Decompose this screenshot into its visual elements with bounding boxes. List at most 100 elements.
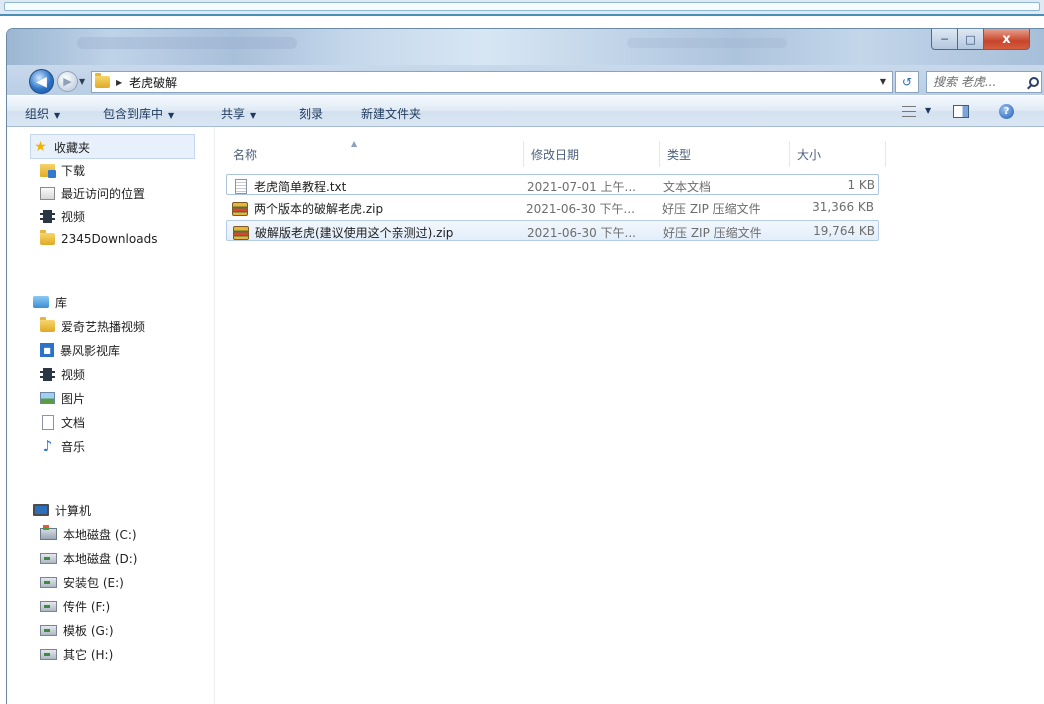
nav-computer-label: 计算机 [55, 503, 92, 518]
folder-icon [40, 230, 55, 245]
caret-down-icon: ▼ [54, 111, 61, 120]
pictures-icon [40, 392, 55, 404]
recent-pages-dropdown[interactable]: ▼ [79, 77, 85, 86]
file-date: 2021-06-30 下午... [527, 226, 636, 240]
organize-menu[interactable]: 组织 ▼ [25, 105, 60, 122]
file-type: 好压 ZIP 压缩文件 [663, 226, 762, 240]
address-bar[interactable]: ▶ 老虎破解 ▼ [91, 71, 893, 93]
forward-button[interactable]: ▶ [57, 71, 78, 92]
address-history-dropdown[interactable]: ▼ [880, 77, 886, 86]
back-button[interactable]: ◀ [29, 69, 54, 94]
file-name: 破解版老虎(建议使用这个亲测过).zip [255, 226, 454, 240]
share-menu[interactable]: 共享 ▼ [221, 105, 256, 122]
nav-item-label: 下载 [61, 163, 86, 178]
nav-item-label: 图片 [61, 391, 86, 406]
video-icon [40, 367, 55, 381]
caret-down-icon: ▼ [168, 111, 175, 120]
nav-item-label: 安装包 (E:) [63, 575, 124, 590]
new-folder-button[interactable]: 新建文件夹 [361, 105, 421, 122]
search-icon[interactable] [1029, 77, 1039, 87]
storm-player-icon: ■ [40, 343, 54, 357]
nav-item-drive-e[interactable]: 安装包 (E:) [7, 571, 124, 593]
column-header-label: 类型 [667, 147, 692, 162]
file-row[interactable]: 两个版本的破解老虎.zip 2021-06-30 下午... 好压 ZIP 压缩… [226, 197, 879, 218]
column-header-label: 大小 [797, 147, 822, 162]
nav-item-pictures[interactable]: 图片 [7, 387, 85, 409]
title-blur [77, 37, 297, 49]
nav-item-music[interactable]: ♪ 音乐 [7, 435, 85, 457]
burn-button[interactable]: 刻录 [299, 105, 323, 122]
download-folder-icon [40, 163, 56, 178]
favorites-star-icon: ★ [34, 139, 47, 155]
system-drive-icon [40, 525, 57, 540]
file-date: 2021-07-01 上午... [527, 180, 636, 194]
file-size: 19,764 KB [813, 224, 875, 238]
nav-item-documents[interactable]: 文档 [7, 411, 85, 433]
drive-icon [40, 576, 57, 588]
share-label: 共享 [221, 107, 246, 121]
refresh-button[interactable]: ↺ [895, 71, 919, 93]
music-icon: ♪ [42, 436, 53, 455]
document-icon [42, 414, 54, 430]
nav-item-label: 最近访问的位置 [61, 186, 146, 201]
nav-item-drive-d[interactable]: 本地磁盘 (D:) [7, 547, 137, 569]
minimize-button[interactable]: ─ [931, 29, 958, 50]
include-in-library-menu[interactable]: 包含到库中 ▼ [103, 105, 174, 122]
navigation-pane: ★ 收藏夹 下载 最近访问的位置 视频 2345Downloads 库 爱奇艺热… [7, 127, 215, 704]
nav-item-iqiyi-videos[interactable]: 爱奇艺热播视频 [7, 315, 145, 337]
title-blur [627, 38, 787, 48]
file-name-cell: 老虎简单教程.txt [233, 178, 346, 195]
nav-item-storm-library[interactable]: ■ 暴风影视库 [7, 339, 120, 361]
file-name-cell: 两个版本的破解老虎.zip [232, 200, 383, 217]
explorer-window: ─ □ x ◀ ▶ ▼ ▶ 老虎破解 ▼ ↺ 组织 ▼ 包含到库中 ▼ 共享 ▼ 刻录… [6, 28, 1044, 704]
column-header-name[interactable]: 名称 [226, 141, 524, 167]
computer-icon [33, 504, 49, 516]
arrow-right-icon: ▶ [63, 75, 72, 88]
nav-libraries-label: 库 [55, 295, 68, 310]
search-input[interactable] [933, 73, 1027, 91]
folder-icon [95, 73, 110, 88]
nav-favorites-label: 收藏夹 [54, 140, 91, 155]
view-options-dropdown[interactable]: ▼ [925, 106, 931, 115]
background-window-strip [0, 0, 1044, 16]
file-row-selected[interactable]: 破解版老虎(建议使用这个亲测过).zip 2021-06-30 下午... 好压… [226, 220, 879, 241]
column-header-label: 修改日期 [531, 147, 580, 162]
nav-item-downloads[interactable]: 下载 [7, 159, 85, 181]
title-bar[interactable]: ─ □ x [7, 29, 1044, 65]
nav-libraries[interactable]: 库 [7, 291, 67, 313]
help-icon[interactable]: ? [999, 104, 1014, 119]
nav-item-label: 本地磁盘 (D:) [63, 551, 138, 566]
file-row[interactable]: 老虎简单教程.txt 2021-07-01 上午... 文本文档 1 KB [226, 174, 879, 195]
search-box[interactable] [926, 71, 1042, 93]
nav-item-drive-f[interactable]: 传件 (F:) [7, 595, 110, 617]
nav-item-label: 视频 [61, 367, 86, 382]
nav-favorites[interactable]: ★ 收藏夹 [7, 136, 90, 158]
nav-item-2345downloads[interactable]: 2345Downloads [7, 228, 157, 250]
breadcrumb-chevron-icon[interactable]: ▶ [116, 78, 122, 87]
libraries-icon [33, 296, 49, 308]
view-options-icon[interactable] [902, 106, 916, 117]
file-name: 老虎简单教程.txt [254, 180, 347, 194]
column-header-type[interactable]: 类型 [660, 141, 790, 167]
nav-item-library-videos[interactable]: 视频 [7, 363, 85, 385]
nav-item-drive-c[interactable]: 本地磁盘 (C:) [7, 523, 137, 545]
column-header-date[interactable]: 修改日期 [524, 141, 660, 167]
nav-item-drive-h[interactable]: 其它 (H:) [7, 643, 113, 665]
close-button[interactable]: x [983, 29, 1030, 50]
column-header-size[interactable]: 大小 [790, 141, 886, 167]
nav-item-recent-places[interactable]: 最近访问的位置 [7, 182, 145, 204]
breadcrumb-current[interactable]: 老虎破解 [129, 74, 177, 91]
drive-icon [40, 552, 57, 564]
maximize-button[interactable]: □ [957, 29, 984, 50]
nav-item-label: 传件 (F:) [63, 599, 111, 614]
column-header-label: 名称 [233, 147, 258, 162]
nav-computer[interactable]: 计算机 [7, 499, 91, 521]
nav-item-drive-g[interactable]: 模板 (G:) [7, 619, 114, 641]
file-name-cell: 破解版老虎(建议使用这个亲测过).zip [233, 224, 453, 241]
file-type: 好压 ZIP 压缩文件 [662, 202, 761, 216]
nav-item-videos[interactable]: 视频 [7, 205, 85, 227]
zip-file-icon [233, 225, 249, 240]
video-icon [40, 209, 55, 223]
preview-pane-icon[interactable] [953, 105, 969, 118]
nav-item-label: 其它 (H:) [63, 647, 114, 662]
